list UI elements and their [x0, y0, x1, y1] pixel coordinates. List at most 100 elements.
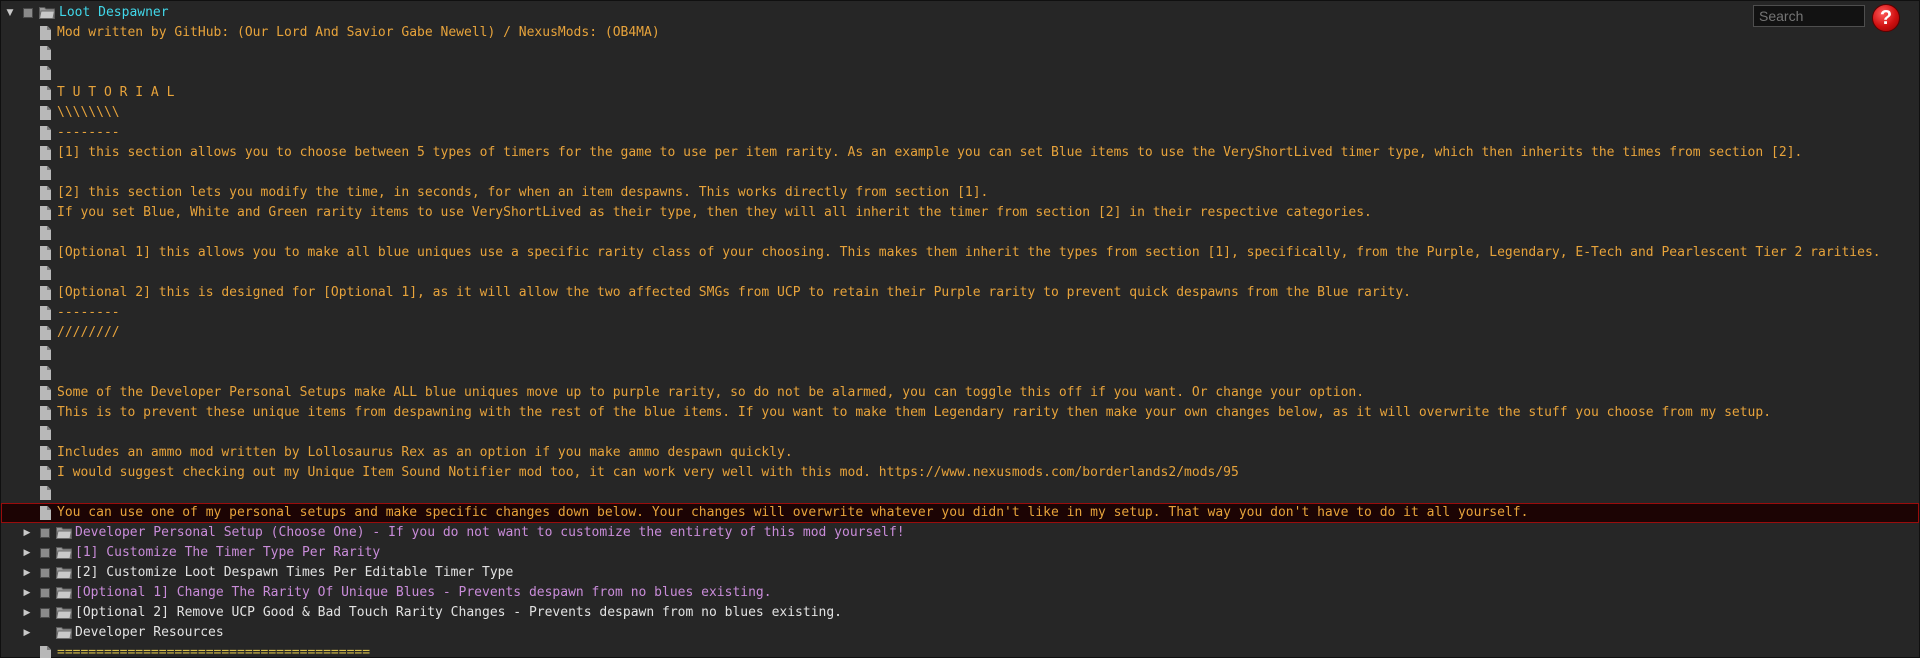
description-text: -------- — [57, 125, 120, 140]
folder-icon — [56, 606, 72, 619]
search-input[interactable] — [1753, 5, 1865, 27]
description-line[interactable] — [1, 63, 1919, 83]
folder-icon — [56, 586, 72, 599]
description-text: -------- — [57, 305, 120, 320]
document-icon — [40, 126, 51, 140]
description-text: //////// — [57, 325, 120, 340]
folder-item[interactable]: ▶ [2] Customize Loot Despawn Times Per Ed… — [1, 563, 1919, 583]
document-icon — [40, 426, 51, 440]
enable-checkbox[interactable] — [40, 568, 50, 578]
tree-root-label: Loot Despawner — [59, 5, 169, 20]
folder-icon — [56, 546, 72, 559]
description-text: If you set Blue, White and Green rarity … — [57, 205, 1372, 220]
description-line[interactable] — [1, 163, 1919, 183]
description-line[interactable]: [Optional 1] this allows you to make all… — [1, 243, 1919, 263]
description-line[interactable]: Includes an ammo mod written by Lollosau… — [1, 443, 1919, 463]
description-text: You can use one of my personal setups an… — [57, 505, 1529, 520]
enable-checkbox[interactable] — [23, 8, 33, 18]
enable-checkbox[interactable] — [40, 548, 50, 558]
document-icon — [40, 26, 51, 40]
description-text: [1] this section allows you to choose be… — [57, 145, 1803, 160]
tree-root-loot-despawner[interactable]: ▼ Loot Despawner — [1, 3, 1919, 23]
folder-icon — [56, 566, 72, 579]
triangle-down-icon[interactable]: ▼ — [4, 3, 16, 23]
description-line[interactable]: [2] this section lets you modify the tim… — [1, 183, 1919, 203]
document-icon — [40, 66, 51, 80]
triangle-right-icon[interactable]: ▶ — [21, 603, 33, 623]
description-line[interactable] — [1, 363, 1919, 383]
document-icon — [40, 306, 51, 320]
help-button[interactable]: ? — [1872, 4, 1900, 32]
folder-icon — [39, 6, 55, 19]
triangle-right-icon[interactable]: ▶ — [21, 563, 33, 583]
document-icon — [40, 186, 51, 200]
description-line-selected[interactable]: You can use one of my personal setups an… — [1, 503, 1919, 523]
document-icon — [40, 286, 51, 300]
description-text: Mod written by GitHub: (Our Lord And Sav… — [57, 25, 660, 40]
document-icon — [40, 146, 51, 160]
triangle-right-icon[interactable]: ▶ — [21, 583, 33, 603]
description-text: [Optional 1] this allows you to make all… — [57, 245, 1881, 260]
description-line[interactable]: Some of the Developer Personal Setups ma… — [1, 383, 1919, 403]
folder-item[interactable]: ▶ Developer Personal Setup (Choose One) -… — [1, 523, 1919, 543]
triangle-right-icon[interactable]: ▶ — [21, 543, 33, 563]
description-line[interactable] — [1, 343, 1919, 363]
document-icon — [40, 646, 51, 658]
description-line[interactable]: This is to prevent these unique items fr… — [1, 403, 1919, 423]
document-icon — [40, 246, 51, 260]
document-icon — [40, 86, 51, 100]
description-text: T U T O R I A L — [57, 85, 175, 100]
triangle-right-icon[interactable]: ▶ — [21, 523, 33, 543]
description-text: Some of the Developer Personal Setups ma… — [57, 385, 1365, 400]
document-icon — [40, 166, 51, 180]
document-icon — [40, 466, 51, 480]
description-line[interactable]: I would suggest checking out my Unique I… — [1, 463, 1919, 483]
document-icon — [40, 206, 51, 220]
description-text: [Optional 2] this is designed for [Optio… — [57, 285, 1412, 300]
document-icon — [40, 346, 51, 360]
enable-checkbox[interactable] — [40, 528, 50, 538]
document-icon — [40, 386, 51, 400]
description-text: Includes an ammo mod written by Lollosau… — [57, 445, 793, 460]
help-icon: ? — [1879, 7, 1893, 29]
description-line[interactable]: -------- — [1, 303, 1919, 323]
folder-label: [Optional 2] Remove UCP Good & Bad Touch… — [75, 605, 843, 620]
document-icon — [40, 226, 51, 240]
description-line[interactable]: [1] this section allows you to choose be… — [1, 143, 1919, 163]
document-icon — [40, 486, 51, 500]
description-line[interactable]: If you set Blue, White and Green rarity … — [1, 203, 1919, 223]
folder-item[interactable]: ▶ [1] Customize The Timer Type Per Rarity — [1, 543, 1919, 563]
folder-item[interactable]: ▶ [Optional 1] Change The Rarity Of Uniqu… — [1, 583, 1919, 603]
document-icon — [40, 46, 51, 60]
description-line[interactable] — [1, 43, 1919, 63]
enable-checkbox[interactable] — [40, 588, 50, 598]
document-icon — [40, 106, 51, 120]
folder-label: [Optional 1] Change The Rarity Of Unique… — [75, 585, 772, 600]
description-line[interactable] — [1, 223, 1919, 243]
description-line[interactable]: Mod written by GitHub: (Our Lord And Sav… — [1, 23, 1919, 43]
triangle-right-icon[interactable]: ▶ — [21, 623, 33, 643]
document-icon — [40, 266, 51, 280]
separator-text: ======================================== — [57, 645, 371, 658]
folder-label: Developer Resources — [75, 625, 224, 640]
description-text: This is to prevent these unique items fr… — [57, 405, 1772, 420]
description-line[interactable]: T U T O R I A L — [1, 83, 1919, 103]
folder-item[interactable]: ▶ Developer Resources — [1, 623, 1919, 643]
folder-label: [2] Customize Loot Despawn Times Per Edi… — [75, 565, 514, 580]
description-line[interactable]: //////// — [1, 323, 1919, 343]
enable-checkbox[interactable] — [40, 608, 50, 618]
description-line[interactable]: [Optional 2] this is designed for [Optio… — [1, 283, 1919, 303]
document-icon — [40, 366, 51, 380]
description-line[interactable]: \\\\\\\\ — [1, 103, 1919, 123]
separator-line[interactable]: ======================================== — [1, 643, 1919, 658]
document-icon — [40, 326, 51, 340]
description-line[interactable]: -------- — [1, 123, 1919, 143]
description-text: I would suggest checking out my Unique I… — [57, 465, 1239, 480]
description-line[interactable] — [1, 483, 1919, 503]
description-line[interactable] — [1, 423, 1919, 443]
folder-item[interactable]: ▶ [Optional 2] Remove UCP Good & Bad Touc… — [1, 603, 1919, 623]
folder-label: [1] Customize The Timer Type Per Rarity — [75, 545, 381, 560]
folder-icon — [56, 626, 72, 639]
mod-tree-window: ▼ Loot Despawner Mod written by GitHub: (O… — [0, 0, 1920, 658]
description-line[interactable] — [1, 263, 1919, 283]
